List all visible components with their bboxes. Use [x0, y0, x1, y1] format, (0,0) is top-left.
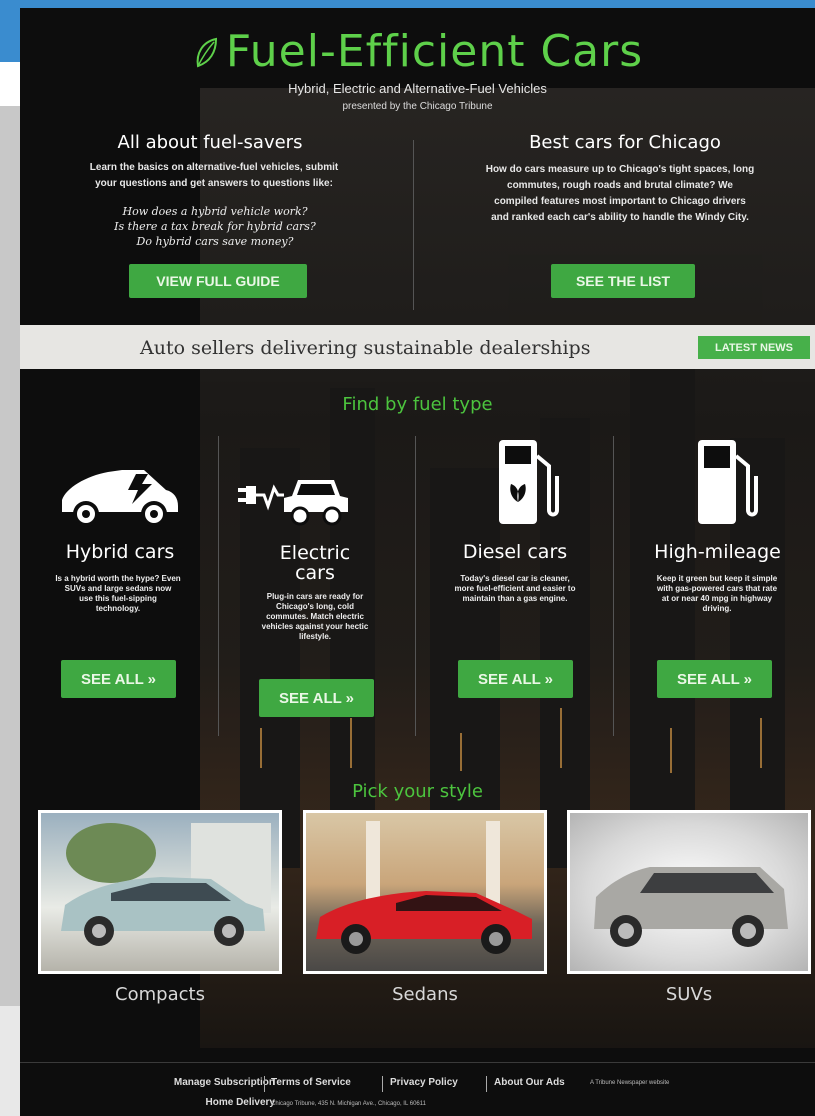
page-title-text: Fuel-Efficient Cars — [225, 26, 644, 77]
best-cars-description: How do cars measure up to Chicago's tigh… — [485, 164, 755, 223]
fuel-pump-icon — [698, 440, 758, 524]
hybrid-car-icon — [62, 470, 178, 527]
sedans-label[interactable]: Sedans — [303, 984, 547, 1005]
hybrid-cars-title: Hybrid cars — [65, 541, 175, 563]
fuel-efficient-cars-panel: Fuel-Efficient Cars Hybrid, Electric and… — [20, 8, 815, 1116]
sedan-car-image — [316, 821, 532, 954]
compacts-photo[interactable] — [38, 810, 282, 974]
manage-subscription-link[interactable]: Manage Subscription — [174, 1077, 275, 1088]
diesel-cars-description: Today's diesel car is cleaner, more fuel… — [454, 574, 576, 603]
suvs-photo[interactable] — [567, 810, 811, 974]
about-our-ads-link[interactable]: About Our Ads — [494, 1077, 565, 1088]
footer: Manage Subscription Home Delivery Terms … — [20, 1062, 815, 1116]
tribune-site-note: A Tribune Newspaper website — [590, 1080, 670, 1086]
presented-by: presented by the Chicago Tribune — [342, 101, 493, 112]
background-window-footer — [0, 1006, 20, 1116]
electric-see-all-button[interactable]: SEE ALL » — [259, 679, 374, 717]
high-mileage-title: High-mileage — [654, 541, 781, 563]
hybrid-see-all-button[interactable]: SEE ALL » — [61, 660, 176, 698]
sedans-photo[interactable] — [303, 810, 547, 974]
footer-separator — [264, 1076, 265, 1092]
electric-car-icon — [238, 480, 348, 526]
best-cars-heading: Best cars for Chicago — [529, 132, 721, 153]
diesel-see-all-button[interactable]: SEE ALL » — [458, 660, 573, 698]
background-window-content — [0, 106, 20, 1006]
fuel-savers-questions: How does a hybrid vehicle work? Is there… — [114, 205, 316, 248]
electric-cars-title: Electric cars — [279, 542, 351, 584]
news-bar: Auto sellers delivering sustainable deal… — [20, 325, 815, 369]
hybrid-cars-description: Is a hybrid worth the hype? Even SUVs an… — [55, 574, 181, 613]
fuel-savers-description: Learn the basics on alternative-fuel veh… — [89, 162, 339, 189]
suv-car-image — [594, 867, 788, 947]
compacts-label[interactable]: Compacts — [38, 984, 282, 1005]
footer-separator — [382, 1076, 383, 1092]
see-the-list-button[interactable]: SEE THE LIST — [551, 264, 695, 298]
high-mileage-description: Keep it green but keep it simple with ga… — [656, 574, 778, 613]
fuel-type-heading: Find by fuel type — [342, 394, 493, 415]
fuel-divider-3 — [613, 436, 614, 736]
compact-car-image — [61, 823, 271, 946]
intro-divider — [413, 140, 414, 310]
suvs-label[interactable]: SUVs — [567, 984, 811, 1005]
terms-of-service-link[interactable]: Terms of Service — [271, 1077, 351, 1088]
fuel-pump-leaf-icon — [499, 440, 559, 524]
fuel-savers-heading: All about fuel-savers — [117, 132, 303, 153]
fuel-divider-2 — [415, 436, 416, 736]
page-subtitle: Hybrid, Electric and Alternative-Fuel Ve… — [288, 81, 547, 96]
home-delivery-link[interactable]: Home Delivery — [206, 1097, 275, 1108]
page-title: Fuel-Efficient Cars — [20, 26, 815, 77]
fuel-divider-1 — [218, 436, 219, 736]
footer-separator — [486, 1076, 487, 1092]
pick-style-heading: Pick your style — [352, 781, 483, 802]
diesel-cars-title: Diesel cars — [462, 541, 568, 563]
privacy-policy-link[interactable]: Privacy Policy — [390, 1077, 458, 1088]
high-mileage-see-all-button[interactable]: SEE ALL » — [657, 660, 772, 698]
latest-news-button[interactable]: LATEST NEWS — [698, 336, 810, 359]
footer-address: Chicago Tribune, 435 N. Michigan Ave., C… — [271, 1101, 426, 1107]
electric-cars-description: Plug-in cars are ready for Chicago's lon… — [261, 592, 369, 641]
news-headline[interactable]: Auto sellers delivering sustainable deal… — [140, 337, 590, 359]
view-full-guide-button[interactable]: VIEW FULL GUIDE — [129, 264, 307, 298]
leaf-icon — [196, 37, 217, 68]
